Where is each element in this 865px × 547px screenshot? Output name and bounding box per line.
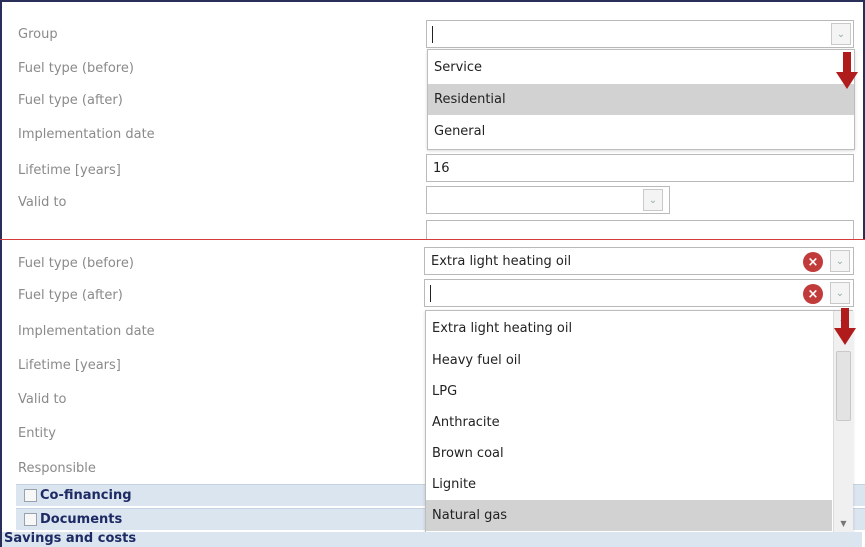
option-service[interactable]: Service <box>428 52 854 83</box>
fuel-before-label: Fuel type (before) <box>18 256 134 271</box>
fuel-type-dropdown-list: Extra light heating oil Heavy fuel oil L… <box>425 310 853 534</box>
scroll-thumb[interactable] <box>836 351 851 421</box>
group-label: Group <box>18 27 58 42</box>
section-savings-and-costs[interactable]: Savings and costs <box>2 531 862 547</box>
option-lpg[interactable]: LPG <box>426 376 832 407</box>
implementation-date-label: Implementation date <box>18 127 155 142</box>
responsible-label: Responsible <box>18 461 96 476</box>
option-brown-coal[interactable]: Brown coal <box>426 438 832 469</box>
fuel-after-select[interactable]: × ⌄ <box>424 279 854 307</box>
group-select[interactable]: ⌄ <box>426 20 854 48</box>
lifetime-row: Lifetime [years] 16 <box>2 154 863 186</box>
option-extra-light-heating-oil[interactable]: Extra light heating oil <box>426 313 832 344</box>
clear-icon[interactable]: × <box>803 284 823 304</box>
lifetime-input[interactable]: 16 <box>426 154 854 182</box>
arrow-down-icon <box>834 308 856 345</box>
chevron-down-icon[interactable]: ⌄ <box>643 189 663 211</box>
fuel-before-row: Fuel type (before) Extra light heating o… <box>2 247 865 279</box>
group-dropdown-list: Service Residential General <box>427 49 855 150</box>
lifetime-label: Lifetime [years] <box>18 358 121 373</box>
top-form-panel: Group ⌄ Fuel type (before) Fuel type (af… <box>0 0 865 240</box>
entity-label: Entity <box>18 426 56 441</box>
option-general[interactable]: General <box>428 116 854 147</box>
bottom-form-panel: Fuel type (before) Extra light heating o… <box>0 240 865 547</box>
fuel-before-value: Extra light heating oil <box>431 254 572 269</box>
fuel-before-label: Fuel type (before) <box>18 61 134 76</box>
fuel-after-label: Fuel type (after) <box>18 288 123 303</box>
option-anthracite[interactable]: Anthracite <box>426 407 832 438</box>
valid-to-label: Valid to <box>18 392 67 407</box>
lifetime-value: 16 <box>433 161 450 176</box>
fuel-after-row: Fuel type (after) × ⌄ <box>2 279 865 311</box>
option-heavy-fuel-oil[interactable]: Heavy fuel oil <box>426 345 832 376</box>
chevron-down-icon[interactable]: ⌄ <box>830 282 850 304</box>
documents-checkbox[interactable] <box>24 513 37 526</box>
chevron-down-icon[interactable]: ⌄ <box>830 250 850 272</box>
clear-icon[interactable]: × <box>803 252 823 272</box>
valid-to-row: Valid to ⌄ <box>2 186 863 218</box>
lifetime-label: Lifetime [years] <box>18 163 121 178</box>
valid-to-label: Valid to <box>18 195 67 210</box>
option-natural-gas[interactable]: Natural gas <box>426 500 832 531</box>
co-financing-title: Co-financing <box>40 488 132 503</box>
group-row: Group ⌄ <box>2 18 863 50</box>
option-residential[interactable]: Residential <box>428 84 854 115</box>
partial-field[interactable] <box>426 220 854 240</box>
implementation-date-label: Implementation date <box>18 324 155 339</box>
savings-and-costs-title: Savings and costs <box>4 531 137 546</box>
documents-title: Documents <box>40 512 123 527</box>
scroll-down-icon[interactable]: ▼ <box>837 519 850 529</box>
valid-to-date-field[interactable]: ⌄ <box>426 186 670 214</box>
text-cursor <box>432 26 433 43</box>
chevron-down-icon[interactable]: ⌄ <box>831 23 851 45</box>
option-lignite[interactable]: Lignite <box>426 469 832 500</box>
text-cursor <box>430 285 431 302</box>
fuel-before-select[interactable]: Extra light heating oil × ⌄ <box>424 247 854 275</box>
arrow-down-icon <box>836 52 858 89</box>
fuel-after-label: Fuel type (after) <box>18 93 123 108</box>
co-financing-checkbox[interactable] <box>24 489 37 502</box>
